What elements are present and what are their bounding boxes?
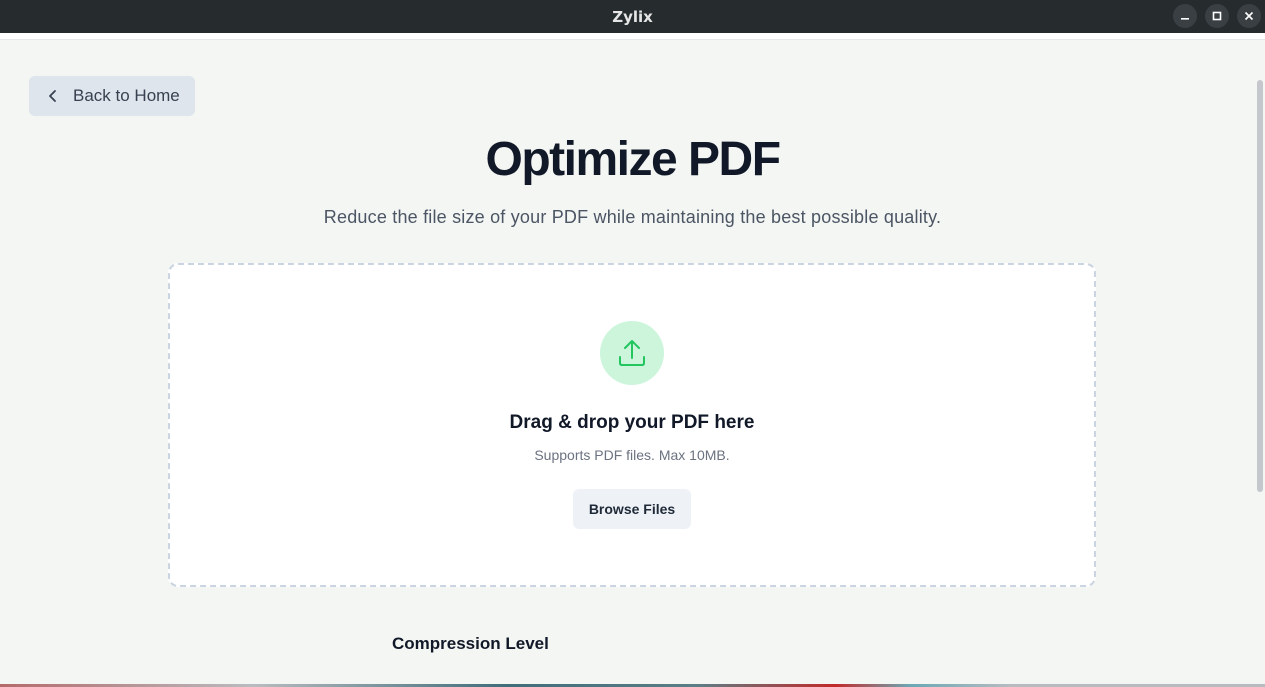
top-divider (0, 33, 1265, 40)
chevron-left-icon (49, 90, 56, 102)
browse-files-button[interactable]: Browse Files (573, 489, 691, 529)
page-subtitle: Reduce the file size of your PDF while m… (323, 207, 942, 227)
pdf-dropzone[interactable]: Drag & drop your PDF here Supports PDF f… (168, 263, 1096, 587)
dropzone-heading: Drag & drop your PDF here (509, 412, 755, 433)
dropzone-hint: Supports PDF files. Max 10MB. (534, 447, 730, 463)
upload-icon (619, 340, 645, 366)
window-controls (1173, 4, 1261, 28)
back-to-home-button[interactable]: Back to Home (29, 76, 195, 116)
close-button[interactable] (1237, 4, 1261, 28)
maximize-button[interactable] (1205, 4, 1229, 28)
minimize-icon (1181, 18, 1189, 20)
minimize-button[interactable] (1173, 4, 1197, 28)
window-titlebar: Zylix (0, 0, 1265, 33)
close-icon (1244, 11, 1254, 21)
maximize-icon (1212, 11, 1222, 21)
window-title: Zylix (612, 7, 653, 26)
upload-icon-badge (600, 321, 664, 385)
page-title: Optimize PDF (485, 133, 781, 186)
back-to-home-label: Back to Home (73, 86, 180, 105)
compression-level-label: Compression Level (392, 634, 549, 653)
